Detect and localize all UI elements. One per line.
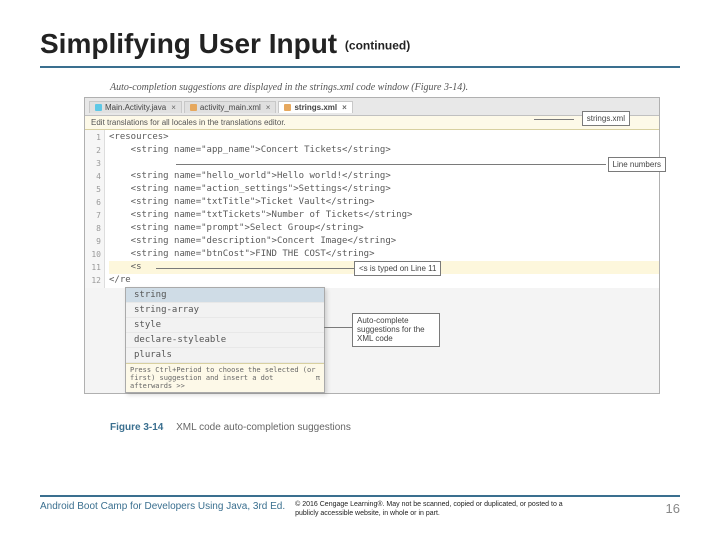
xml-file-icon [190,104,197,111]
autocomplete-item[interactable]: string-array [126,303,324,318]
code-line: <string name="btnCost">FIND THE COST</st… [109,248,659,261]
tab-label: strings.xml [294,103,337,112]
xml-file-icon [284,104,291,111]
tab-strings-xml[interactable]: strings.xml × [278,101,352,113]
autocomplete-item[interactable]: string [126,288,324,303]
tab-label: activity_main.xml [200,103,261,112]
callout-filename: strings.xml [582,111,630,126]
code-line: <string name="app_name">Concert Tickets<… [109,144,659,157]
copyright-text: © 2016 Cengage Learning®. May not be sca… [295,501,565,518]
autocomplete-item[interactable]: declare-styleable [126,333,324,348]
autocomplete-item[interactable]: style [126,318,324,333]
autocomplete-item[interactable]: plurals [126,348,324,363]
code-line: <string name="prompt">Select Group</stri… [109,222,659,235]
autocomplete-popup[interactable]: string string-array style declare-stylea… [125,287,325,393]
line-number-gutter: 1 2 3 4 5 6 7 8 9 10 11 12 [85,130,105,288]
page-number: 16 [666,501,680,516]
pi-icon: π [316,374,320,382]
title-underline [40,66,680,68]
tab-main-activity[interactable]: Main.Activity.java × [89,101,182,113]
ide-editor: Main.Activity.java × activity_main.xml ×… [84,97,660,394]
code-line: <string name="action_settings">Settings<… [109,183,659,196]
close-icon[interactable]: × [342,103,347,112]
slide-title: Simplifying User Input (continued) [0,0,720,62]
line-number: 6 [85,196,101,209]
slide-footer: Android Boot Camp for Developers Using J… [40,495,680,518]
line-number: 12 [85,274,101,287]
line-number: 2 [85,144,101,157]
close-icon[interactable]: × [171,103,176,112]
code-line: <string name="description">Concert Image… [109,235,659,248]
line-number: 1 [85,131,101,144]
code-line: <resources> [109,131,659,144]
line-number: 7 [85,209,101,222]
editor-tab-bar: Main.Activity.java × activity_main.xml ×… [85,98,659,116]
code-line: <string name="txtTickets">Number of Tick… [109,209,659,222]
figure-number: Figure 3-14 [110,422,163,433]
tab-activity-main-xml[interactable]: activity_main.xml × [184,101,277,113]
autocomplete-hint: Press Ctrl+Period to choose the selected… [126,363,324,392]
title-text: Simplifying User Input [40,28,337,59]
line-number: 8 [85,222,101,235]
figure-intro-text: Auto-completion suggestions are displaye… [110,82,720,93]
line-number: 5 [85,183,101,196]
code-line: <string name="txtTitle">Ticket Vault</st… [109,196,659,209]
callout-line [176,164,606,165]
line-number: 3 [85,157,101,170]
figure-caption-text: XML code auto-completion suggestions [176,422,351,433]
callout-line [324,327,352,328]
callout-autocomplete: Auto-complete suggestions for the XML co… [352,313,440,347]
line-number: 11 [85,261,101,274]
java-file-icon [95,104,102,111]
callout-typed: <s is typed on Line 11 [354,261,441,276]
code-line: <string name="hello_world">Hello world!<… [109,170,659,183]
close-icon[interactable]: × [266,103,271,112]
line-number: 10 [85,248,101,261]
figure-caption: Figure 3-14 XML code auto-completion sug… [110,422,720,433]
line-number: 9 [85,235,101,248]
callout-line-numbers: Line numbers [608,157,666,172]
callout-line [156,268,354,269]
line-number: 4 [85,170,101,183]
book-title: Android Boot Camp for Developers Using J… [40,501,285,512]
title-continued: (continued) [345,39,410,53]
tab-label: Main.Activity.java [105,103,166,112]
callout-line [534,119,574,120]
hint-text: Press Ctrl+Period to choose the selected… [130,366,316,390]
